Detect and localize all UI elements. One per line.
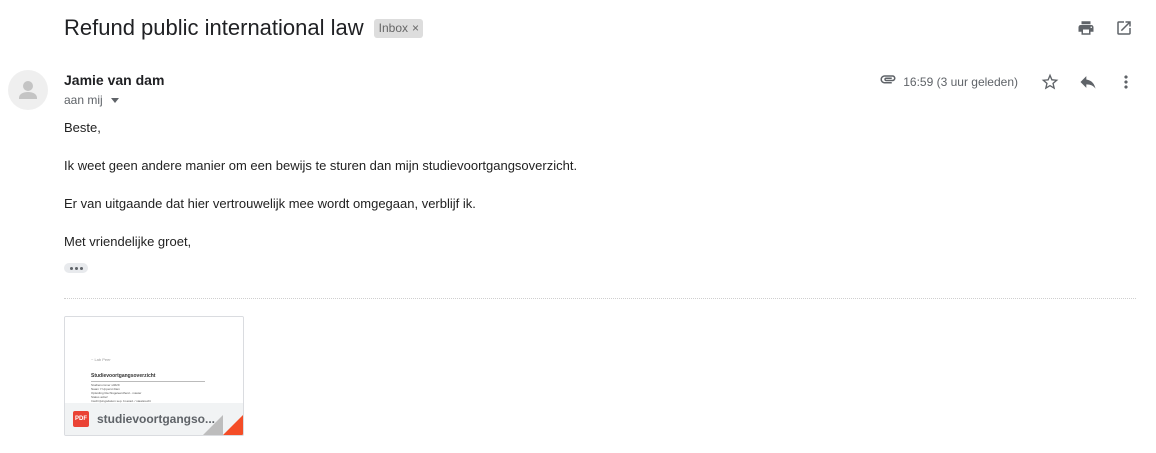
thread-toolbar [1076, 18, 1134, 38]
dot [69, 266, 73, 270]
preview-rule [91, 381, 205, 382]
email-subject: Refund public international law [64, 15, 364, 40]
attachments-divider [64, 298, 1136, 299]
reply-icon[interactable] [1078, 72, 1098, 92]
open-in-new-window-icon[interactable] [1114, 18, 1134, 38]
preview-header: ~ Lab Peer [91, 357, 111, 362]
recipient-line: aan mij [64, 93, 119, 107]
inbox-label-text: Inbox [378, 20, 408, 35]
pdf-icon: PDF [73, 411, 89, 427]
attachment-filename: studievoortgangso... [97, 412, 216, 426]
sender-name[interactable]: Jamie van dam [64, 72, 164, 88]
message-body: Beste, Ik weet geen andere manier om een… [64, 120, 577, 272]
body-line: Ik weet geen andere manier om een bewijs… [64, 158, 578, 173]
attachment-preview: ~ Lab Peer Studievoortgangsoverzicht Stu… [65, 317, 243, 403]
inbox-label[interactable]: Inbox × [373, 18, 424, 38]
pdf-attachment-card[interactable]: ~ Lab Peer Studievoortgangsoverzicht Stu… [64, 316, 244, 436]
body-line: Met vriendelijke groet, [64, 234, 192, 249]
body-line: Er van uitgaande dat hier vertrouwelijk … [64, 196, 476, 211]
avatar[interactable] [8, 70, 48, 110]
preview-title: Studievoortgangsoverzicht [91, 373, 156, 379]
message-time: 16:59 (3 uur geleden) [903, 74, 1018, 89]
body-line: Beste, [64, 120, 101, 135]
star-icon[interactable] [1040, 72, 1060, 92]
more-vertical-icon[interactable] [1116, 72, 1136, 92]
corner-fold-icon [223, 415, 243, 435]
dot [74, 266, 78, 270]
email-subject-row: Refund public international law Inbox × [64, 14, 424, 42]
remove-label-icon[interactable]: × [412, 21, 419, 35]
show-details-chevron-icon[interactable] [110, 97, 119, 103]
show-trimmed-content-button[interactable] [64, 263, 88, 273]
recipient-text: aan mij [64, 93, 103, 107]
print-icon[interactable] [1076, 18, 1096, 38]
corner-fold-shadow [203, 415, 223, 435]
dot [79, 266, 83, 270]
message-meta: 16:59 (3 uur geleden) [879, 70, 1136, 93]
paperclip-icon [879, 70, 897, 93]
person-icon [19, 81, 37, 99]
